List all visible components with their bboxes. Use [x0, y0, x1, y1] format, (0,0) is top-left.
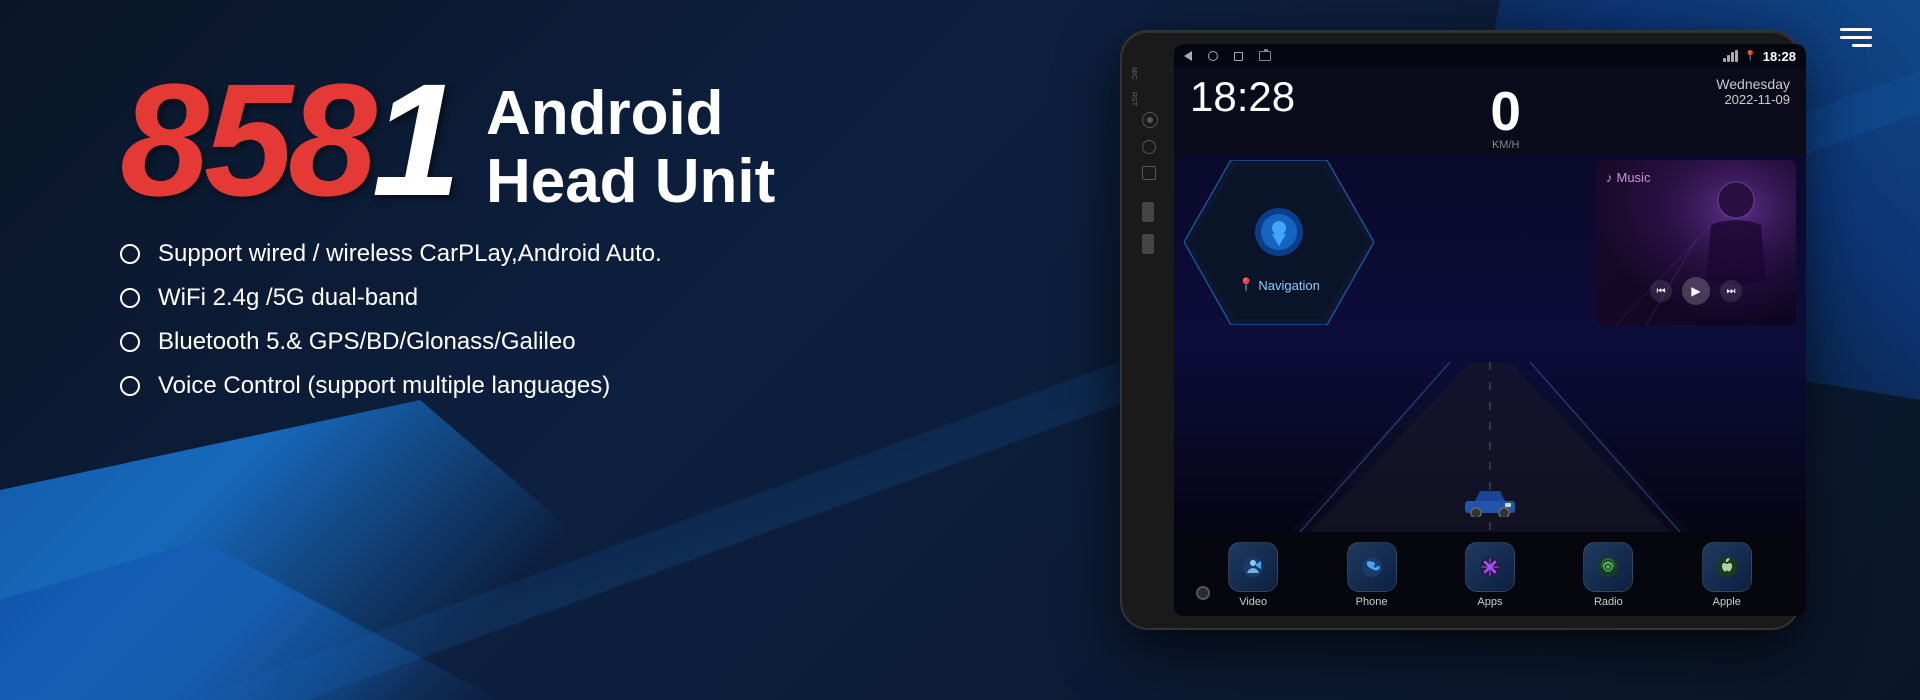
music-section: ♪ Music ⏮ ▶ ⏭ [1596, 160, 1796, 325]
car-svg [1460, 487, 1520, 517]
feature-item-2: WiFi 2.4g /5G dual-band [120, 284, 820, 312]
feature-text-1: Support wired / wireless CarPLay,Android… [158, 240, 662, 268]
apps-grid-icon [1478, 555, 1502, 579]
dashboard-visual: 📍 Navigation [1174, 155, 1806, 532]
phone-label: Phone [1356, 596, 1388, 608]
nav-controls [1184, 51, 1271, 61]
speed-section: 0 KM/H [1490, 84, 1521, 151]
screen-top: 18:28 0 KM/H Wednesday 2022-11-09 [1174, 68, 1806, 155]
time-display: 18:28 [1190, 76, 1295, 118]
features-list: Support wired / wireless CarPLay,Android… [120, 240, 820, 400]
product-header: 8581 Android Head Unit [120, 60, 820, 220]
model-number: 8581 [120, 60, 456, 220]
radio-icon-bg [1583, 542, 1633, 592]
screen-icon [1259, 51, 1271, 61]
music-label: ♪ Music [1606, 170, 1650, 185]
device-frame: MIC RST [1120, 30, 1800, 630]
device-screen: 📍 18:28 18:28 0 KM/H Wednesday [1174, 44, 1806, 616]
video-icon-bg [1228, 542, 1278, 592]
video-icon [1241, 555, 1265, 579]
vol-up-button[interactable] [1142, 202, 1154, 222]
radio-label: Radio [1594, 596, 1623, 608]
app-icon-phone[interactable]: Phone [1337, 542, 1407, 608]
app-icons-bar: Video Phone [1174, 532, 1806, 616]
speed-value: 0 [1490, 84, 1521, 139]
back-button[interactable] [1142, 140, 1156, 154]
left-gauge: 📍 Navigation [1184, 160, 1374, 325]
gps-icon: 📍 [1744, 51, 1756, 62]
model-1: 1 [372, 50, 456, 229]
next-button[interactable]: ⏭ [1720, 280, 1742, 302]
date-section: Wednesday 2022-11-09 [1716, 76, 1790, 107]
status-right: 📍 18:28 [1723, 49, 1796, 64]
hamburger-line-1 [1840, 28, 1872, 31]
product-title-line2: Head Unit [486, 148, 775, 216]
feature-item-3: Bluetooth 5.& GPS/BD/Glonass/Galileo [120, 328, 820, 356]
hamburger-menu[interactable] [1840, 28, 1872, 47]
hamburger-line-2 [1840, 36, 1872, 39]
nav-label: 📍 Navigation [1184, 277, 1374, 293]
radio-icon [1596, 555, 1620, 579]
feature-bullet-2 [120, 288, 140, 308]
nav-back-icon[interactable] [1184, 51, 1192, 61]
speed-unit: KM/H [1490, 139, 1521, 151]
mic-label: MIC [1130, 67, 1137, 80]
status-bar: 📍 18:28 [1174, 44, 1806, 68]
status-time: 18:28 [1763, 49, 1796, 64]
apps-label: Apps [1477, 596, 1502, 608]
model-858: 858 [120, 50, 372, 229]
phone-icon [1360, 555, 1384, 579]
app-icon-apple[interactable]: Apple [1692, 542, 1762, 608]
nav-recent-icon[interactable] [1234, 52, 1243, 61]
vol-down-button[interactable] [1142, 234, 1154, 254]
left-content: 8581 Android Head Unit Support wired / w… [120, 60, 820, 416]
apple-icon [1715, 555, 1739, 579]
hamburger-line-3 [1852, 44, 1872, 47]
recents-button[interactable] [1142, 166, 1156, 180]
day-of-week: Wednesday [1716, 76, 1790, 92]
device-mockup: MIC RST [1120, 30, 1840, 670]
feature-bullet-3 [120, 332, 140, 352]
apple-label: Apple [1713, 596, 1741, 608]
app-icon-video[interactable]: Video [1218, 542, 1288, 608]
screen-main: 18:28 0 KM/H Wednesday 2022-11-09 [1174, 68, 1806, 616]
power-button[interactable] [1142, 112, 1158, 128]
feature-text-2: WiFi 2.4g /5G dual-band [158, 284, 418, 312]
car-icon [1460, 487, 1520, 522]
side-controls [1142, 112, 1158, 254]
rst-label: RST [1130, 92, 1137, 106]
apps-icon-bg [1465, 542, 1515, 592]
music-controls[interactable]: ⏮ ▶ ⏭ [1596, 277, 1796, 305]
home-button[interactable] [1196, 586, 1210, 600]
apple-icon-bg [1702, 542, 1752, 592]
product-title: Android Head Unit [486, 80, 775, 216]
feature-bullet-1 [120, 244, 140, 264]
prev-button[interactable]: ⏮ [1650, 280, 1672, 302]
feature-item-4: Voice Control (support multiple language… [120, 372, 820, 400]
play-button[interactable]: ▶ [1682, 277, 1710, 305]
feature-bullet-4 [120, 376, 140, 396]
app-icon-apps[interactable]: Apps [1455, 542, 1525, 608]
feature-item-1: Support wired / wireless CarPLay,Android… [120, 240, 820, 268]
date-value: 2022-11-09 [1716, 92, 1790, 107]
nav-home-icon[interactable] [1208, 51, 1218, 61]
feature-text-4: Voice Control (support multiple language… [158, 372, 610, 400]
feature-text-3: Bluetooth 5.& GPS/BD/Glonass/Galileo [158, 328, 576, 356]
app-icon-radio[interactable]: Radio [1573, 542, 1643, 608]
product-title-line1: Android [486, 80, 775, 148]
left-gauge-svg [1184, 160, 1374, 325]
phone-icon-bg [1347, 542, 1397, 592]
video-label: Video [1239, 596, 1267, 608]
signal-icon [1723, 50, 1738, 62]
time-section: 18:28 [1190, 76, 1295, 118]
